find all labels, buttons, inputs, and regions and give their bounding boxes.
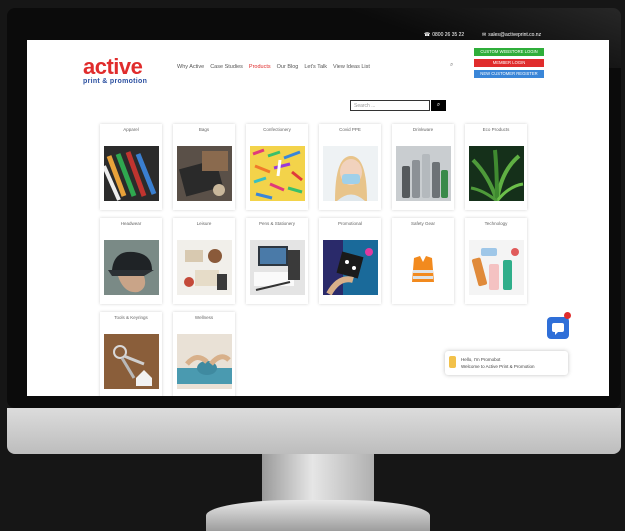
phone-icon: ☎: [424, 32, 431, 38]
apparel-image: [104, 146, 159, 201]
category-card-covid-ppe[interactable]: Covid PPE: [319, 124, 381, 210]
category-card-wellness[interactable]: Wellness: [173, 312, 235, 396]
nav-item-case-studies[interactable]: Case Studies: [210, 64, 243, 70]
category-card-tools-keyrings[interactable]: Tools & Keyrings: [100, 312, 162, 396]
category-label: Apparel: [123, 127, 139, 132]
category-label: Leisure: [196, 221, 212, 226]
mail-icon: ✉: [482, 32, 487, 38]
logo-wordmark: active: [83, 54, 143, 79]
wellness-image: [177, 334, 232, 389]
nav-item-our-blog[interactable]: Our Blog: [277, 64, 299, 70]
nav-item-lets-talk[interactable]: Let's Talk: [304, 64, 327, 70]
bags-image: [177, 146, 232, 201]
category-card-technology[interactable]: Technology: [465, 218, 527, 304]
category-label: Eco Products: [482, 127, 510, 132]
email-address: sales@activeprint.co.nz: [488, 32, 542, 38]
logo-subtitle: print & promotion: [83, 78, 148, 85]
technology-image: [469, 240, 524, 295]
category-label: Headwear: [120, 221, 142, 226]
website-screen: active print & promotion Why Active Case…: [27, 40, 609, 396]
nav-item-products[interactable]: Products: [249, 64, 271, 70]
category-card-pens-stationery[interactable]: Pens & Stationery: [246, 218, 308, 304]
category-label: Pens & Stationery: [258, 221, 296, 226]
email-contact[interactable]: ✉ sales@activeprint.co.nz: [482, 32, 541, 38]
category-label: Tools & Keyrings: [114, 315, 148, 320]
category-card-leisure[interactable]: Leisure: [173, 218, 235, 304]
category-label: Safety Gear: [410, 221, 435, 226]
category-card-promotional[interactable]: Promotional: [319, 218, 381, 304]
category-card-apparel[interactable]: Apparel: [100, 124, 162, 210]
custom-webstore-login-button[interactable]: CUSTOM WEBSTORE LOGIN: [474, 48, 544, 56]
covid-ppe-image: [323, 146, 378, 201]
category-label: Confectionery: [263, 127, 291, 132]
headwear-image: [104, 240, 159, 295]
category-label: Drinkware: [412, 127, 434, 132]
monitor-chin: [7, 408, 621, 454]
confectionery-image: [250, 146, 305, 201]
main-nav: Why Active Case Studies Products Our Blo…: [177, 64, 370, 70]
chat-line-1: Hello, I'm Promobot: [461, 357, 501, 362]
category-label: Technology: [484, 221, 508, 226]
category-label: Bags: [198, 127, 210, 132]
phone-contact[interactable]: ☎ 0800 26 35 22: [424, 32, 464, 38]
eco-products-image: [469, 146, 524, 201]
safety-gear-image: [396, 240, 451, 295]
category-card-eco-products[interactable]: Eco Products: [465, 124, 527, 210]
site-logo[interactable]: active print & promotion: [83, 54, 148, 86]
chat-bubble-icon: [552, 323, 564, 335]
tools-keyrings-image: [104, 334, 159, 389]
chat-line-2: Welcome to Active Print & Promotion: [461, 364, 535, 369]
search-submit-button[interactable]: ⌕: [431, 100, 446, 111]
search-icon[interactable]: ⌕: [450, 62, 453, 69]
robot-icon: [449, 356, 456, 368]
category-label: Wellness: [194, 315, 214, 320]
leisure-image: [177, 240, 232, 295]
category-card-safety-gear[interactable]: Safety Gear: [392, 218, 454, 304]
category-card-drinkware[interactable]: Drinkware: [392, 124, 454, 210]
new-customer-register-button[interactable]: NEW CUSTOMER REGISTER: [474, 70, 544, 78]
category-card-headwear[interactable]: Headwear: [100, 218, 162, 304]
category-card-confectionery[interactable]: Confectionery: [246, 124, 308, 210]
chat-notification-badge: [564, 312, 571, 319]
monitor-stand-foot: [206, 500, 430, 531]
phone-number: 0800 26 35 22: [432, 32, 465, 38]
category-label: Covid PPE: [339, 127, 361, 132]
nav-item-view-ideas[interactable]: View Ideas List: [333, 64, 370, 70]
category-card-bags[interactable]: Bags: [173, 124, 235, 210]
drinkware-image: [396, 146, 451, 201]
chat-open-button[interactable]: [547, 317, 569, 339]
category-label: Promotional: [337, 221, 362, 226]
pens-stationery-image: [250, 240, 305, 295]
monitor-stand-neck: [262, 454, 374, 506]
nav-item-why-active[interactable]: Why Active: [177, 64, 204, 70]
search-input[interactable]: Search ...: [350, 100, 430, 111]
promotional-image: [323, 240, 378, 295]
member-login-button[interactable]: MEMBER LOGIN: [474, 59, 544, 67]
chat-greeting[interactable]: Hello, I'm Promobot Welcome to Active Pr…: [445, 351, 568, 375]
